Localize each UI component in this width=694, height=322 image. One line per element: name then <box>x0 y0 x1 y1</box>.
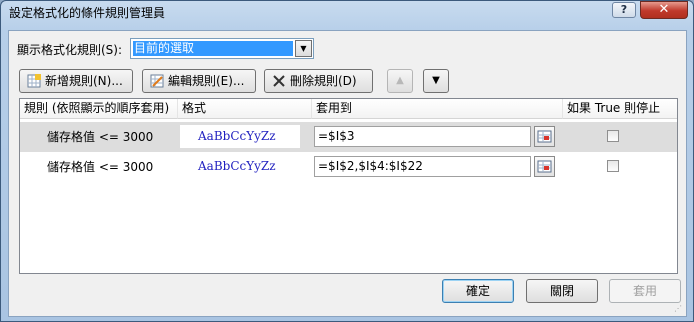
new-rule-label: 新增規則(N)... <box>45 74 123 88</box>
new-rule-icon <box>27 74 41 88</box>
apply-button[interactable]: 套用 <box>609 279 681 303</box>
rule-description: 儲存格值 <= 3000 <box>47 160 154 174</box>
range-select-button[interactable] <box>534 126 555 147</box>
collapse-dialog-icon <box>537 160 552 173</box>
stop-if-true-checkbox[interactable] <box>607 160 619 172</box>
column-header-format[interactable]: 格式 <box>178 99 312 119</box>
stop-if-true-checkbox[interactable] <box>607 130 619 142</box>
rule-description: 儲存格值 <= 3000 <box>47 130 154 144</box>
delete-x-icon <box>273 75 285 87</box>
edit-rule-label: 編輯規則(E)... <box>168 74 245 88</box>
dialog-body: 顯示格式化規則(S): 目前的選取 ▼ 新增規則(N)... 編輯規則(E)..… <box>8 30 687 317</box>
column-header-stop-if-true[interactable]: 如果 True 則停止 <box>563 99 677 119</box>
range-select-button[interactable] <box>534 156 555 177</box>
ok-button[interactable]: 確定 <box>442 279 514 303</box>
conditional-formatting-rules-manager-dialog: 設定格式化的條件規則管理員 ? ✕ 顯示格式化規則(S): 目前的選取 ▼ 新增… <box>0 0 694 322</box>
show-rules-dropdown[interactable]: 目前的選取 ▼ <box>130 38 314 59</box>
new-rule-button[interactable]: 新增規則(N)... <box>19 69 133 93</box>
edit-rule-icon <box>150 74 164 88</box>
dialog-title: 設定格式化的條件規則管理員 <box>9 6 166 20</box>
move-down-button[interactable]: ▼ <box>423 69 449 93</box>
applies-to-input[interactable]: =$I$3 <box>314 126 531 147</box>
column-header-applies-to[interactable]: 套用到 <box>312 99 563 119</box>
resize-grip-icon[interactable]: ⋰ <box>674 304 684 314</box>
help-button[interactable]: ? <box>612 2 636 18</box>
close-window-button[interactable]: ✕ <box>640 1 688 19</box>
triangle-up-icon: ▲ <box>396 75 404 86</box>
delete-rule-label: 刪除規則(D) <box>290 74 357 88</box>
triangle-down-icon: ▼ <box>432 75 440 86</box>
title-bar[interactable]: 設定格式化的條件規則管理員 ? ✕ <box>1 1 693 23</box>
show-rules-selected-value: 目前的選取 <box>133 41 293 56</box>
dropdown-arrow-icon[interactable]: ▼ <box>295 40 312 57</box>
close-button[interactable]: 關閉 <box>526 279 598 303</box>
edit-rule-button[interactable]: 編輯規則(E)... <box>142 69 256 93</box>
rules-list: 規則 (依照顯示的順序套用) 格式 套用到 如果 True 則停止 儲存格值 <… <box>19 98 678 274</box>
show-rules-label: 顯示格式化規則(S): <box>17 43 123 57</box>
move-up-button[interactable]: ▲ <box>387 69 413 93</box>
column-header-rule[interactable]: 規則 (依照顯示的順序套用) <box>20 99 178 119</box>
format-preview: AaBbCcYyZz <box>180 155 300 178</box>
rule-row[interactable]: 儲存格值 <= 3000 AaBbCcYyZz =$I$2,$I$4:$I$22 <box>20 152 677 182</box>
collapse-dialog-icon <box>537 130 552 143</box>
format-preview: AaBbCcYyZz <box>180 125 300 148</box>
rule-row[interactable]: 儲存格值 <= 3000 AaBbCcYyZz =$I$3 <box>20 122 677 152</box>
delete-rule-button[interactable]: 刪除規則(D) <box>264 69 373 93</box>
applies-to-input[interactable]: =$I$2,$I$4:$I$22 <box>314 156 531 177</box>
